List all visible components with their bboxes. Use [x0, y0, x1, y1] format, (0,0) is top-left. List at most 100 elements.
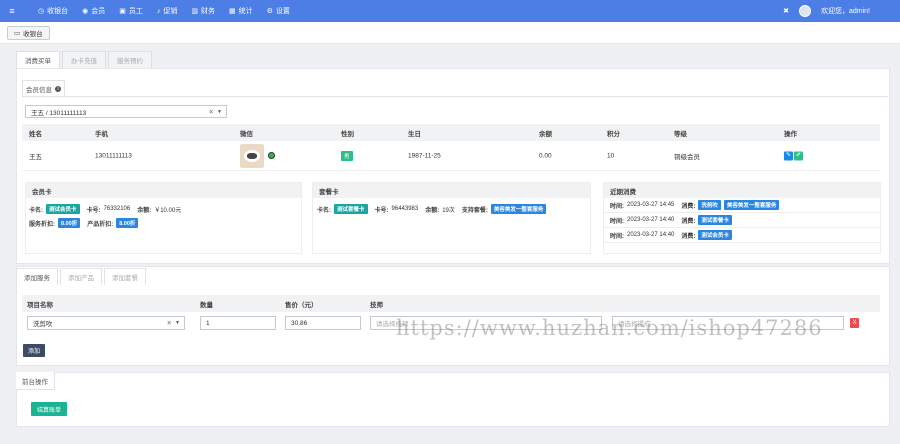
- nav-label: 员工: [128, 8, 143, 15]
- info-icon: i: [55, 85, 61, 92]
- member-table: 姓名 手机 微信 性别 生日 余额 积分 等级 操作 王五 1301111111…: [22, 124, 880, 171]
- service-item-select[interactable]: 洗剪吹 ✕ ▼: [27, 316, 185, 330]
- nav-label: 会员: [91, 8, 106, 15]
- recent-time: 2023-03-27 14:40: [627, 232, 675, 238]
- welcome-text: 欢迎您，admin!: [820, 8, 870, 15]
- tab-card-recharge[interactable]: 办卡充值: [62, 51, 106, 68]
- consume-badge: 测试会员卡: [698, 230, 732, 240]
- price-input[interactable]: 30.86: [285, 316, 361, 330]
- main-tabs: 消费买单 办卡充值 服务预约: [16, 51, 154, 68]
- add-button[interactable]: 添加: [23, 344, 45, 357]
- col-name: 姓名: [29, 130, 42, 138]
- nav-item-cashier[interactable]: ◷ 收银台: [38, 6, 68, 16]
- chevron-down-icon[interactable]: ▼: [175, 320, 180, 326]
- nav-item-staff[interactable]: ▣ 员工: [119, 6, 143, 16]
- top-navbar: ≡ ◷ 收银台 ◉ 会员 ▣ 员工 ♪ 促销 ▥ 财务 ▦ 统计 ⚙ 设置 ✖ 欢迎您，adm…: [0, 0, 900, 22]
- card-balance: ￥10.00元: [154, 207, 182, 214]
- clear-icon[interactable]: ✕: [167, 319, 172, 327]
- label: 卡号:: [86, 207, 101, 214]
- recent-time: 2023-03-27 14:45: [627, 202, 675, 208]
- label: 时间:: [610, 218, 624, 225]
- package-card-box: 套餐卡: [312, 182, 591, 254]
- nav-item-member[interactable]: ◉ 会员: [82, 6, 105, 16]
- package-card-line1: 卡名: 测试套餐卡 卡号: 96443983 余额: 19次 支持套餐: 美容美…: [317, 204, 547, 214]
- col-balance: 余额: [539, 130, 552, 138]
- user-icon: ◉: [82, 8, 89, 15]
- checkout-button[interactable]: 结算账单: [31, 402, 67, 416]
- card-name-badge: 测试会员卡: [46, 204, 80, 214]
- tab-appointment[interactable]: 服务预约: [108, 51, 152, 68]
- bell-icon: ♪: [156, 7, 161, 15]
- nav-label: 促销: [163, 8, 178, 15]
- label: 时间:: [610, 203, 624, 210]
- divider: [22, 96, 888, 97]
- member-info-tab[interactable]: 会员信息 i: [22, 80, 65, 96]
- chart-icon: ▦: [228, 8, 236, 15]
- label: 余额:: [137, 207, 152, 214]
- page-tab-label: 收银台: [23, 31, 43, 38]
- member-name: 王五: [29, 153, 42, 161]
- table-header: 姓名 手机 微信 性别 生日 余额 积分 等级 操作: [22, 124, 880, 141]
- avatar[interactable]: [798, 5, 811, 17]
- staff-icon: ▣: [119, 8, 126, 15]
- consume-badge: 洗剪吹: [698, 200, 721, 210]
- member-card-title: 会员卡: [26, 183, 301, 198]
- member-select[interactable]: 王五 / 13011111113 ✕ ▼: [25, 105, 227, 118]
- member-info-label: 会员信息: [26, 86, 52, 94]
- col-points: 积分: [607, 130, 620, 138]
- package-card-title: 套餐卡: [313, 183, 590, 198]
- col-qty: 数量: [200, 301, 213, 309]
- service-tabs: 添加服务 添加产品 添加套餐: [16, 268, 148, 285]
- label: 卡名:: [317, 207, 331, 214]
- member-card-line1: 卡名: 测试会员卡 卡号: 76332106 余额: ￥10.00元: [29, 204, 181, 214]
- package-balance: 19次: [442, 207, 455, 214]
- col-tech: 技师: [370, 301, 383, 309]
- package-support-badge: 美容美发一整套服务: [490, 204, 547, 214]
- member-card-line2: 服务折扣: 8.00折 产品折扣: 8.00折: [29, 218, 139, 228]
- label: 产品折扣:: [87, 221, 114, 228]
- edit-icon[interactable]: ✐: [794, 151, 803, 160]
- nav-label: 统计: [238, 8, 253, 15]
- front-ops-panel: [16, 372, 890, 427]
- tab-add-product[interactable]: 添加产品: [60, 268, 102, 285]
- nav-label: 收银台: [47, 8, 69, 15]
- col-gender: 性别: [341, 130, 354, 138]
- nav-item-finance[interactable]: ▥ 财务: [191, 6, 215, 16]
- status-dot: [268, 152, 275, 159]
- package-no: 96443983: [391, 206, 419, 212]
- actions-cell: ✎ ✐: [784, 151, 804, 160]
- fullscreen-icon[interactable]: ✖: [783, 7, 789, 15]
- nav-item-stats[interactable]: ▦ 统计: [229, 6, 253, 16]
- nav-item-promo[interactable]: ♪ 促销: [157, 6, 178, 16]
- dashboard-icon: ◷: [38, 8, 45, 15]
- col-birthday: 生日: [408, 130, 421, 138]
- menu-icon[interactable]: ≡: [0, 6, 24, 16]
- wechat-avatar: [240, 143, 264, 168]
- nav-label: 财务: [200, 8, 215, 15]
- col-wechat: 微信: [240, 130, 253, 138]
- cashier-page-tab[interactable]: ▭ 收银台: [7, 26, 50, 40]
- nav-item-settings[interactable]: ⚙ 设置: [267, 6, 290, 16]
- quantity-input[interactable]: 1: [200, 316, 276, 330]
- tab-checkout[interactable]: 消费买单: [16, 51, 60, 68]
- label: 消费:: [681, 233, 696, 240]
- delete-row-button[interactable]: X: [850, 318, 859, 328]
- col-actions: 操作: [784, 130, 797, 138]
- clear-icon[interactable]: ✕: [209, 108, 214, 116]
- tab-add-service[interactable]: 添加服务: [16, 268, 58, 285]
- tab-front-ops[interactable]: 前台操作: [16, 372, 55, 390]
- consume-badge: 测试套餐卡: [698, 215, 732, 225]
- gender-badge: 男: [341, 150, 353, 161]
- table-row: 王五 13011111113 男 1987-11-25 0.00 10 铜级会员…: [22, 141, 880, 171]
- wechat-cell: [240, 143, 275, 168]
- service-table-header: 项目名称 数量 售价（元） 技师: [22, 295, 880, 312]
- col-phone: 手机: [95, 130, 108, 138]
- tab-add-package[interactable]: 添加套餐: [104, 268, 146, 285]
- chevron-down-icon[interactable]: ▼: [217, 109, 222, 115]
- gears-icon: ⚙: [266, 8, 273, 15]
- label: 时间:: [610, 233, 624, 240]
- package-name-badge: 测试套餐卡: [334, 204, 368, 214]
- wrench-icon[interactable]: ✎: [784, 151, 793, 160]
- card-no: 76332106: [103, 206, 131, 212]
- col-item: 项目名称: [27, 301, 53, 309]
